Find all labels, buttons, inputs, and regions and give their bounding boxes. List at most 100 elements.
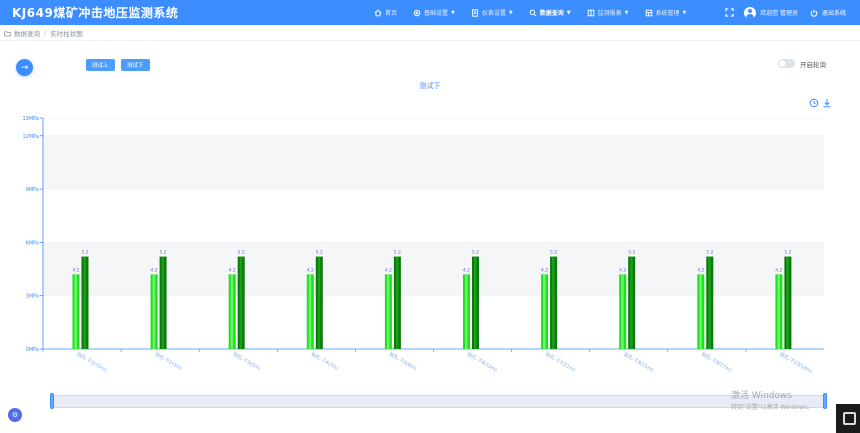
- bar-value-label: 5.2: [160, 250, 167, 256]
- windows-activation-watermark: 激活 Windows 转到"设置"以激活 Windows。: [731, 388, 813, 411]
- breadcrumb: 数据查询 / 实时柱状图: [4, 28, 83, 38]
- bar-highlight: [308, 274, 312, 349]
- bar-highlight: [473, 256, 477, 349]
- nav-system-management[interactable]: 系统管理 ▼: [645, 8, 687, 17]
- x-tick-label: 钻孔-下3(5m): [232, 351, 262, 372]
- test-up-button[interactable]: 测试上: [86, 59, 115, 71]
- bar-highlight: [161, 256, 165, 349]
- bar-value-label: 4.2: [697, 267, 704, 273]
- bar-value-label: 5.2: [81, 250, 88, 256]
- breadcrumb-separator: /: [44, 29, 47, 37]
- x-tick-label: 钻孔-下1(10m): [75, 351, 108, 374]
- breadcrumb-current: 实时柱状图: [50, 30, 83, 38]
- divider: [0, 40, 860, 41]
- bar-highlight: [708, 256, 711, 349]
- nav-monitor-report-label: 监测报表: [597, 10, 622, 17]
- bar-value-label: 5.2: [784, 250, 791, 256]
- bar-value-label: 4.2: [463, 267, 470, 273]
- x-tick-label: 钻孔-下2(3m): [154, 351, 184, 372]
- bar-highlight: [543, 274, 546, 349]
- report-icon: [587, 9, 594, 16]
- bar-value-label: 5.2: [550, 250, 557, 256]
- x-tick-label: 钻孔-下9(17m): [700, 351, 733, 374]
- home-icon: [374, 9, 382, 16]
- avatar[interactable]: [744, 6, 757, 19]
- carousel-toggle-label: 开启轮询: [800, 61, 826, 69]
- nav-monitor-report[interactable]: 监测报表 ▼: [587, 8, 629, 17]
- data-zoom-slider[interactable]: [52, 395, 826, 408]
- bar-value-label: 4.2: [541, 267, 548, 273]
- y-tick-label: 12MPa: [22, 134, 39, 140]
- bar-value-label: 5.2: [394, 250, 401, 256]
- nav-system-management-label: 系统管理: [655, 10, 680, 17]
- bar-highlight: [777, 274, 780, 349]
- chevron-down-icon: ▼: [508, 9, 513, 16]
- chart-band-1: [43, 135, 824, 190]
- download-icon[interactable]: [822, 98, 832, 108]
- bar-highlight: [395, 256, 399, 349]
- bar-value-label: 5.2: [316, 250, 323, 256]
- bar-highlight: [699, 274, 702, 349]
- bar-highlight: [230, 274, 234, 349]
- bar-value-label: 4.2: [619, 267, 626, 273]
- folder-icon: [4, 30, 11, 36]
- power-icon[interactable]: [810, 9, 818, 17]
- bar-value-label: 4.2: [151, 267, 158, 273]
- bar-highlight: [464, 274, 468, 349]
- watermark-line1: 激活 Windows: [731, 391, 793, 401]
- slider-handle-left[interactable]: [50, 393, 54, 409]
- bar-highlight: [621, 274, 624, 349]
- back-arrow-button[interactable]: →: [16, 59, 33, 76]
- nav-data-query[interactable]: 数据查询 ▼: [529, 8, 571, 17]
- bar-highlight: [239, 256, 243, 349]
- app-title: KJ649煤矿冲击地压监测系统: [12, 6, 179, 20]
- chevron-down-icon: ▼: [451, 9, 455, 16]
- nav-instrument-settings-label: 仪表设置: [481, 10, 506, 17]
- chevron-down-icon: ▼: [624, 9, 629, 16]
- watermark-line2: 转到"设置"以激活 Windows。: [731, 404, 814, 411]
- bar-chart: 0MPa 3MPa 6MPa 9MPa 12MPa 13MPa 4.2 5.2 钻孔-下1(10…: [22, 116, 824, 375]
- bar-highlight: [630, 256, 633, 349]
- carousel-toggle[interactable]: [778, 59, 795, 68]
- bar-value-label: 5.2: [238, 250, 245, 256]
- x-tick-label: 钻孔-下10(18m): [778, 351, 813, 375]
- system-icon: [645, 9, 652, 16]
- nav-basic-settings[interactable]: 基础设置 ▼: [413, 8, 455, 17]
- x-tick-label: 钻孔-下7(11m): [544, 351, 577, 374]
- bar-highlight: [74, 274, 77, 349]
- chart-title: 测试下: [419, 82, 441, 90]
- logout-link[interactable]: 退出系统: [822, 8, 846, 17]
- clock-icon[interactable]: [809, 98, 819, 108]
- settings-float-button[interactable]: ⚙: [8, 408, 22, 422]
- main-nav: 首页 基础设置 ▼ 仪表设置 ▼ 数据查询 ▼ 监测报表 ▼ 系统管理 ▼: [374, 0, 702, 25]
- bar-highlight: [317, 256, 321, 349]
- bar-value-label: 4.2: [775, 267, 782, 273]
- taskbar-thumbnail: [836, 404, 860, 433]
- bar-value-label: 5.2: [706, 250, 713, 256]
- bar-highlight: [786, 256, 789, 349]
- bar-highlight: [386, 274, 390, 349]
- nav-basic-settings-label: 基础设置: [424, 10, 449, 17]
- x-tick-label: 钻孔-下6(10m): [466, 351, 499, 374]
- bar-highlight: [152, 274, 156, 349]
- nav-instrument-settings[interactable]: 仪表设置 ▼: [471, 8, 513, 17]
- bar-value-label: 5.2: [628, 250, 635, 256]
- welcome-text: 欢迎您 管理员: [760, 10, 798, 17]
- bar-value-label: 4.2: [72, 267, 79, 273]
- fullscreen-icon[interactable]: [725, 8, 734, 17]
- breadcrumb-root[interactable]: 数据查询: [14, 28, 40, 38]
- chevron-down-icon: ▼: [682, 9, 687, 16]
- y-tick-label: 9MPa: [26, 187, 39, 193]
- settings-icon: [413, 9, 421, 16]
- y-tick-label: 0MPa: [26, 347, 39, 353]
- bar-value-label: 4.2: [229, 267, 236, 273]
- bar-value-label: 4.2: [307, 267, 314, 273]
- slider-handle-right[interactable]: [823, 393, 827, 409]
- bar-highlight: [552, 256, 555, 349]
- y-tick-label: 3MPa: [26, 294, 39, 300]
- test-down-button[interactable]: 测试下: [121, 59, 150, 71]
- chevron-down-icon: ▼: [566, 9, 571, 16]
- bar-value-label: 4.2: [385, 267, 392, 273]
- nav-home[interactable]: 首页: [374, 8, 397, 17]
- bar-value-label: 5.2: [472, 250, 479, 256]
